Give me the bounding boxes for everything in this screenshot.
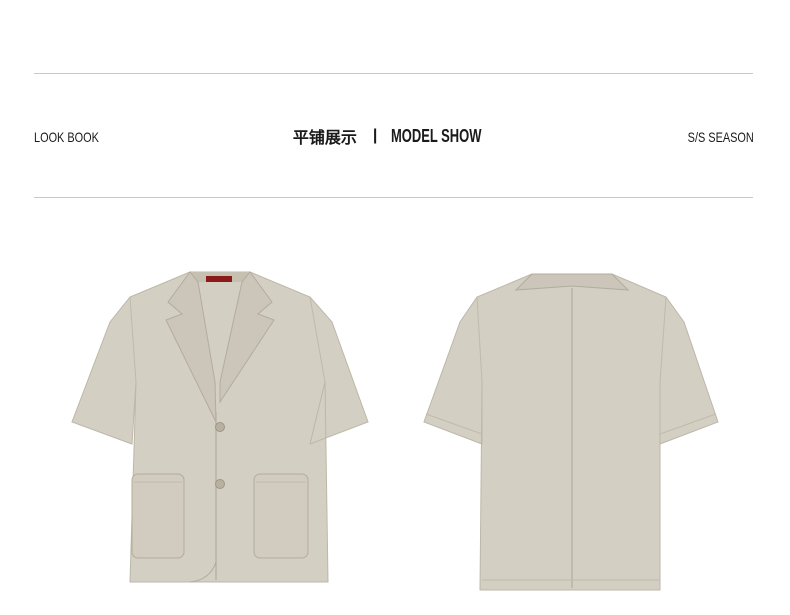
jacket-back-image [422, 262, 722, 597]
section-title: 平铺展示 | MODEL SHOW [0, 124, 790, 148]
pocket-left [131, 473, 185, 559]
title-separator: | [372, 127, 378, 144]
season-label: S/S SEASON [687, 129, 754, 145]
button-icon [215, 479, 225, 489]
section-title-en: MODEL SHOW [391, 125, 482, 146]
header-bottom-rule [34, 197, 753, 198]
header-top-rule [34, 73, 753, 74]
pocket-right [253, 473, 309, 559]
jacket-front-image [70, 262, 370, 597]
button-icon [215, 422, 225, 432]
section-title-cn: 平铺展示 [292, 130, 357, 147]
brand-label-icon [206, 276, 232, 282]
